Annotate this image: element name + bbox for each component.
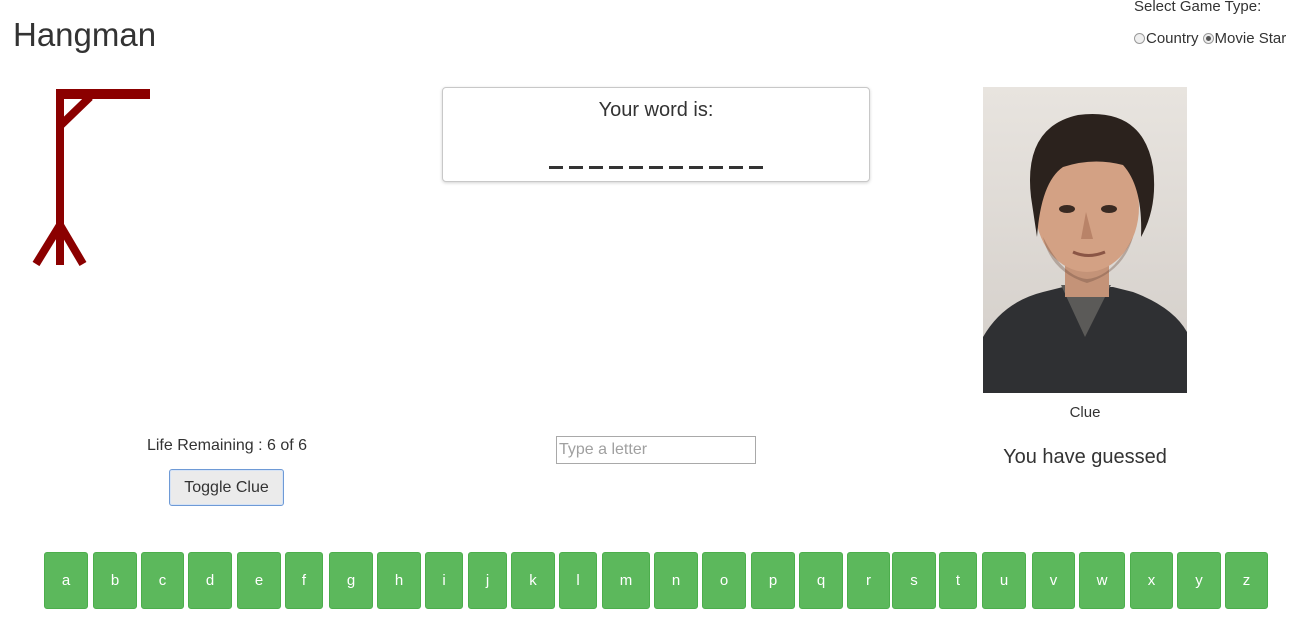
- word-panel: Your word is:: [442, 87, 870, 182]
- letter-key-s[interactable]: s: [892, 552, 936, 609]
- letter-key-m[interactable]: m: [602, 552, 650, 609]
- letter-blank: [729, 166, 743, 169]
- gallows-brace: [58, 94, 93, 128]
- game-type-selector: Select Game Type: Country Movie Star: [1134, 0, 1290, 47]
- clue-portrait-image: [983, 87, 1187, 393]
- game-type-movie-star-option[interactable]: Movie Star: [1202, 30, 1287, 47]
- letter-key-n[interactable]: n: [654, 552, 698, 609]
- letter-key-x[interactable]: x: [1130, 552, 1173, 609]
- letter-key-b[interactable]: b: [93, 552, 137, 609]
- letter-blank: [609, 166, 623, 169]
- letter-key-d[interactable]: d: [188, 552, 232, 609]
- letter-key-q[interactable]: q: [799, 552, 843, 609]
- word-blanks: [443, 144, 869, 169]
- game-type-country-option[interactable]: Country: [1134, 30, 1199, 47]
- country-radio-label: Country: [1146, 30, 1199, 47]
- letter-blank: [629, 166, 643, 169]
- letter-blank: [709, 166, 723, 169]
- letter-key-r[interactable]: r: [847, 552, 890, 609]
- toggle-clue-button[interactable]: Toggle Clue: [169, 469, 284, 506]
- letter-blank: [749, 166, 763, 169]
- letter-key-g[interactable]: g: [329, 552, 373, 609]
- letter-key-v[interactable]: v: [1032, 552, 1075, 609]
- letter-blank: [669, 166, 683, 169]
- letter-key-c[interactable]: c: [141, 552, 184, 609]
- life-remaining: Life Remaining : 6 of 6: [146, 437, 308, 454]
- letter-key-w[interactable]: w: [1079, 552, 1125, 609]
- letter-key-y[interactable]: y: [1177, 552, 1221, 609]
- letter-blank: [649, 166, 663, 169]
- letter-key-t[interactable]: t: [939, 552, 977, 609]
- letter-key-u[interactable]: u: [982, 552, 1026, 609]
- gallows-drawing: [32, 89, 150, 267]
- guessed-letters: You have guessed: [1003, 446, 1167, 468]
- letter-key-o[interactable]: o: [702, 552, 746, 609]
- page-title: Hangman: [13, 16, 157, 53]
- movie-star-radio[interactable]: [1202, 33, 1214, 44]
- clue-caption: Clue: [1069, 404, 1101, 421]
- letter-blank: [689, 166, 703, 169]
- letter-key-p[interactable]: p: [751, 552, 795, 609]
- letter-key-e[interactable]: e: [237, 552, 281, 609]
- letter-key-z[interactable]: z: [1225, 552, 1268, 609]
- letter-blank: [569, 166, 583, 169]
- letter-key-k[interactable]: k: [511, 552, 555, 609]
- letter-blank: [589, 166, 603, 169]
- letter-input[interactable]: [556, 436, 756, 464]
- movie-star-radio-label: Movie Star: [1214, 30, 1287, 47]
- word-label: Your word is:: [598, 99, 714, 121]
- letter-key-i[interactable]: i: [425, 552, 463, 609]
- letter-key-j[interactable]: j: [468, 552, 507, 609]
- letter-key-f[interactable]: f: [285, 552, 323, 609]
- clue-image: [983, 87, 1187, 393]
- letter-key-l[interactable]: l: [559, 552, 597, 609]
- gallows-icon: [32, 89, 150, 267]
- letter-key-h[interactable]: h: [377, 552, 421, 609]
- country-radio[interactable]: [1134, 33, 1145, 44]
- game-type-options: Country Movie Star: [1134, 30, 1290, 47]
- letter-blank: [549, 166, 563, 169]
- letter-key-a[interactable]: a: [44, 552, 88, 609]
- game-type-label: Select Game Type:: [1134, 0, 1262, 15]
